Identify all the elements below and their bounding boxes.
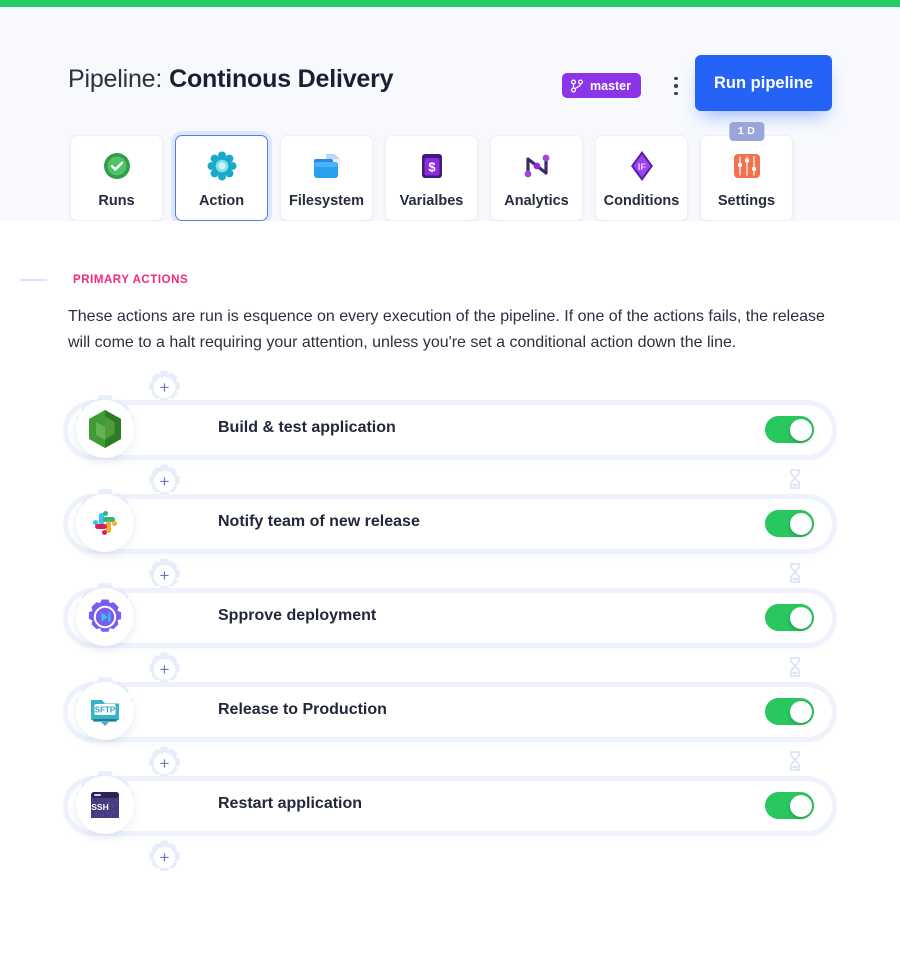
tab-badge: 1 D [728, 122, 765, 141]
action-card[interactable]: Spprove deployment [68, 593, 832, 643]
tab-label: Action [198, 192, 245, 209]
action-row: Build & test application [0, 395, 900, 463]
action-toggle[interactable] [765, 698, 814, 725]
add-action-plus: + [154, 753, 175, 774]
tab-varialbes[interactable]: $ Varialbes [385, 135, 478, 221]
dollar-book-icon: $ [414, 148, 450, 184]
action-icon-wrap: SSH [69, 769, 141, 841]
tab-label: Runs [98, 192, 135, 209]
hourglass-icon[interactable] [786, 748, 804, 774]
tab-conditions[interactable]: IF Conditions [595, 135, 688, 221]
analytics-n-icon [519, 148, 555, 184]
add-action-plus: + [154, 659, 175, 680]
action-toggle[interactable] [765, 510, 814, 537]
action-icon-wrap [69, 487, 141, 559]
action-card[interactable]: Build & test application [68, 405, 832, 455]
tab-settings[interactable]: 1 D Settings [700, 122, 793, 221]
tab-runs[interactable]: Runs [70, 135, 163, 221]
check-circle-icon [99, 148, 135, 184]
hourglass-icon[interactable] [786, 560, 804, 586]
action-row: Notify team of new release [0, 489, 900, 557]
toggle-knob [789, 606, 812, 629]
add-action-plus: + [154, 565, 175, 586]
add-action-slot: + [0, 839, 900, 875]
toggle-knob [789, 418, 812, 441]
add-action-plus: + [154, 377, 175, 398]
pipeline-tabs: Runs Action Filesystem $ Varialbes Analy… [70, 122, 793, 221]
svg-text:IF: IF [637, 162, 646, 173]
tab-label: Conditions [603, 192, 680, 209]
tab-analytics[interactable]: Analytics [490, 135, 583, 221]
section-description: These actions are run is esquence on eve… [68, 308, 825, 351]
git-branch-icon [570, 78, 584, 93]
kebab-dot [674, 76, 678, 81]
nodejs-icon [76, 400, 134, 458]
sliders-icon [729, 148, 765, 184]
ssh-terminal-icon: SSH [76, 776, 134, 834]
action-label: Restart application [218, 795, 363, 812]
run-pipeline-button[interactable]: Run pipeline [695, 55, 832, 111]
action-icon-wrap [69, 393, 141, 465]
branch-badge[interactable]: master [562, 73, 641, 98]
action-row: Release to Production SFTP [0, 677, 900, 745]
header-title-row: Pipeline: Continous Delivery master Run p… [68, 55, 832, 115]
add-action-button[interactable]: + [146, 369, 183, 406]
tab-action[interactable]: Action [175, 135, 268, 221]
add-action-button[interactable]: + [146, 557, 183, 594]
top-status-bar [0, 0, 900, 7]
section-header: PRIMARY ACTIONS [20, 274, 188, 286]
page-title-label: Pipeline: [68, 65, 163, 93]
action-icon-wrap: SFTP [69, 675, 141, 747]
if-diamond-icon: IF [624, 148, 660, 184]
action-toggle[interactable] [765, 792, 814, 819]
kebab-menu-icon[interactable] [665, 73, 687, 99]
folder-file-icon [309, 148, 345, 184]
kebab-dot [674, 91, 678, 96]
toggle-knob [789, 794, 812, 817]
add-action-button[interactable]: + [146, 745, 183, 782]
page-header: Pipeline: Continous Delivery master Run p… [0, 7, 900, 221]
page-title: Pipeline: Continous Delivery [68, 65, 394, 94]
action-list: + Build & test application + Notify team… [0, 369, 900, 875]
action-label: Release to Production [218, 701, 387, 718]
hourglass-icon[interactable] [786, 466, 804, 492]
tab-label: Analytics [504, 192, 569, 209]
action-row: Restart application SSH [0, 771, 900, 839]
toggle-knob [789, 700, 812, 723]
tab-label: Settings [717, 192, 776, 209]
add-action-plus: + [154, 847, 175, 868]
action-label: Notify team of new release [218, 513, 420, 530]
toggle-knob [789, 512, 812, 535]
sftp-icon: SFTP [76, 682, 134, 740]
svg-text:SFTP: SFTP [95, 706, 116, 715]
kebab-dot [674, 84, 678, 88]
section-dash [20, 279, 47, 281]
action-row: Spprove deployment [0, 583, 900, 651]
action-label: Spprove deployment [218, 607, 377, 624]
approve-gear-play-icon [76, 588, 134, 646]
hourglass-icon[interactable] [786, 654, 804, 680]
svg-text:$: $ [428, 159, 436, 174]
add-action-plus: + [154, 471, 175, 492]
action-card[interactable]: Restart application [68, 781, 832, 831]
tab-label: Varialbes [399, 192, 464, 209]
add-action-button[interactable]: + [146, 839, 183, 876]
action-toggle[interactable] [765, 416, 814, 443]
action-icon-wrap [69, 581, 141, 653]
tab-label: Filesystem [289, 192, 364, 209]
page-title-value: Continous Delivery [169, 65, 394, 93]
main-content: PRIMARY ACTIONS These actions are run is… [0, 221, 900, 966]
branch-name: master [590, 78, 631, 93]
action-flower-icon [204, 148, 240, 184]
action-toggle[interactable] [765, 604, 814, 631]
add-action-button[interactable]: + [146, 651, 183, 688]
action-card[interactable]: Release to Production [68, 687, 832, 737]
action-card[interactable]: Notify team of new release [68, 499, 832, 549]
section-eyebrow: PRIMARY ACTIONS [73, 274, 189, 286]
slack-icon [76, 494, 134, 552]
svg-text:SSH: SSH [91, 802, 108, 812]
action-label: Build & test application [218, 419, 396, 436]
tab-filesystem[interactable]: Filesystem [280, 135, 373, 221]
add-action-button[interactable]: + [146, 463, 183, 500]
